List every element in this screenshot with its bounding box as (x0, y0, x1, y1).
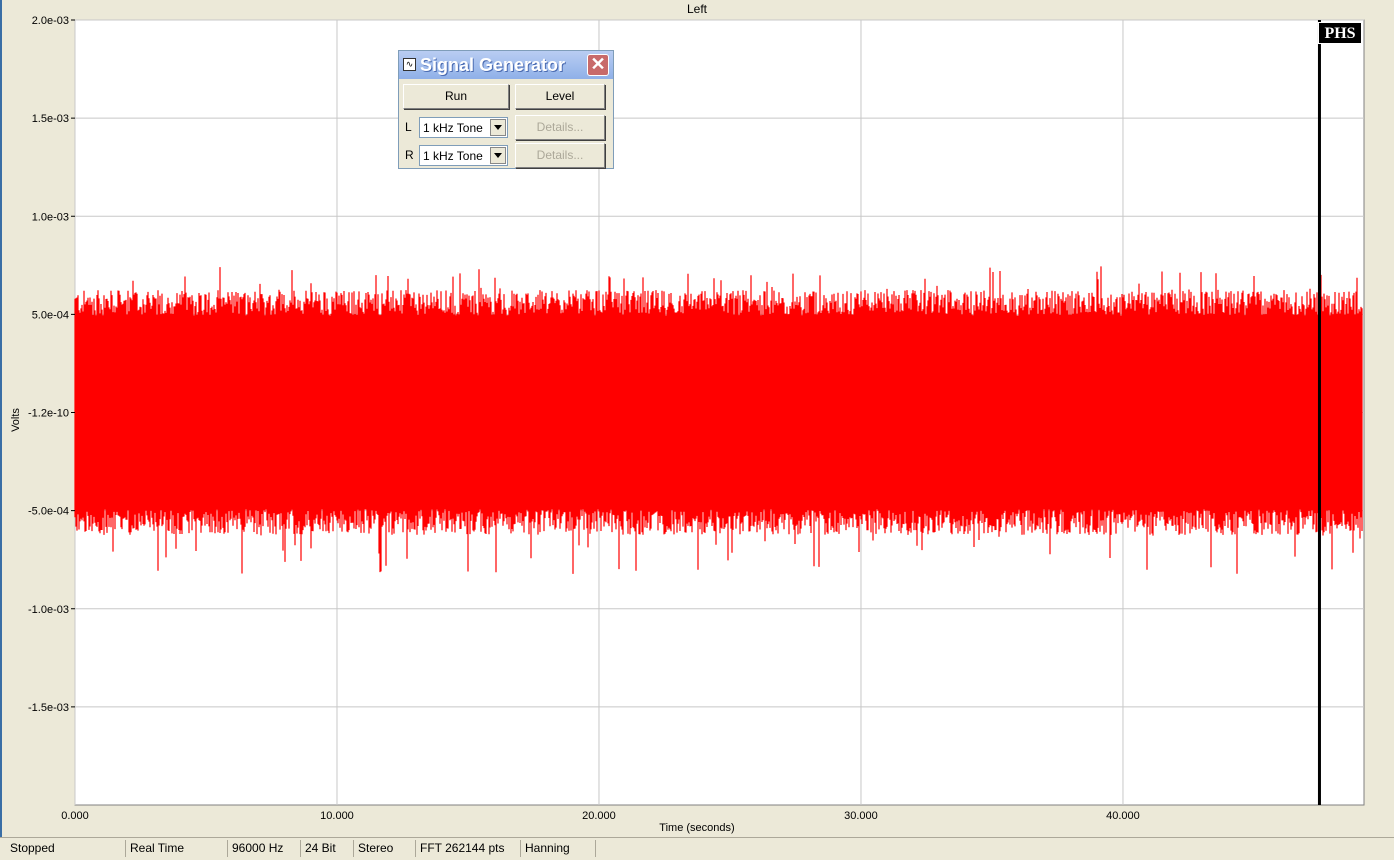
signal-generator-title: Signal Generator (420, 55, 566, 75)
close-icon[interactable]: ✕ (587, 54, 609, 76)
trace-body (75, 315, 1362, 510)
y-tick-label: -1.5e-03 (28, 702, 69, 714)
y-tick-label: -5.0e-04 (28, 506, 69, 518)
right-signal-value: 1 kHz Tone (423, 149, 483, 163)
x-tick-label: 40.000 (1106, 810, 1140, 822)
x-axis-label: Time (seconds) (659, 822, 734, 834)
status-state: Stopped (6, 840, 126, 857)
status-mode: Real Time (126, 840, 228, 857)
y-tick-label: 1.5e-03 (32, 113, 69, 125)
left-channel-label: L (405, 120, 412, 134)
status-fft: FFT 262144 pts (416, 840, 521, 857)
signal-generator-titlebar[interactable]: ∿ Signal Generator ✕ (399, 51, 613, 79)
x-tick-label: 0.000 (61, 810, 89, 822)
right-signal-select[interactable]: 1 kHz Tone (419, 145, 508, 166)
x-tick-label: 10.000 (320, 810, 354, 822)
y-tick-label: -1.2e-10 (28, 408, 69, 420)
y-axis-label: Volts (10, 408, 22, 432)
cursor-marker-label[interactable]: PHS (1318, 22, 1362, 44)
status-bit-depth: 24 Bit (301, 840, 354, 857)
chevron-down-icon[interactable] (490, 119, 506, 136)
status-sample-rate: 96000 Hz (228, 840, 301, 857)
x-axis-ticks: 0.000 10.000 20.000 30.000 40.000 (61, 810, 1140, 822)
x-tick-label: 20.000 (582, 810, 616, 822)
y-tick-label: 5.0e-04 (32, 309, 69, 321)
chevron-down-icon[interactable] (490, 147, 506, 164)
run-button[interactable]: Run (403, 84, 509, 109)
waveform-plot[interactable]: 2.0e-03 1.5e-03 1.0e-03 5.0e-04 -1.2e-10 -5.0… (0, 0, 1394, 837)
x-tick-label: 30.000 (844, 810, 878, 822)
y-axis-ticks: 2.0e-03 1.5e-03 1.0e-03 5.0e-04 -1.2e-10 -5.0… (28, 15, 75, 714)
waveform-icon: ∿ (403, 58, 416, 71)
left-details-button[interactable]: Details... (515, 115, 605, 140)
left-signal-select[interactable]: 1 kHz Tone (419, 117, 508, 138)
level-button[interactable]: Level (515, 84, 605, 109)
right-channel-label: R (405, 148, 414, 162)
y-tick-label: -1.0e-03 (28, 604, 69, 616)
status-bar: Stopped Real Time 96000 Hz 24 Bit Stereo… (0, 837, 1394, 860)
status-channels: Stereo (354, 840, 416, 857)
left-signal-value: 1 kHz Tone (423, 121, 483, 135)
status-window: Hanning (521, 840, 596, 857)
right-details-button[interactable]: Details... (515, 143, 605, 168)
y-tick-label: 2.0e-03 (32, 15, 69, 27)
signal-generator-window[interactable]: ∿ Signal Generator ✕ Run Level L 1 kHz T… (398, 50, 614, 169)
y-tick-label: 1.0e-03 (32, 211, 69, 223)
